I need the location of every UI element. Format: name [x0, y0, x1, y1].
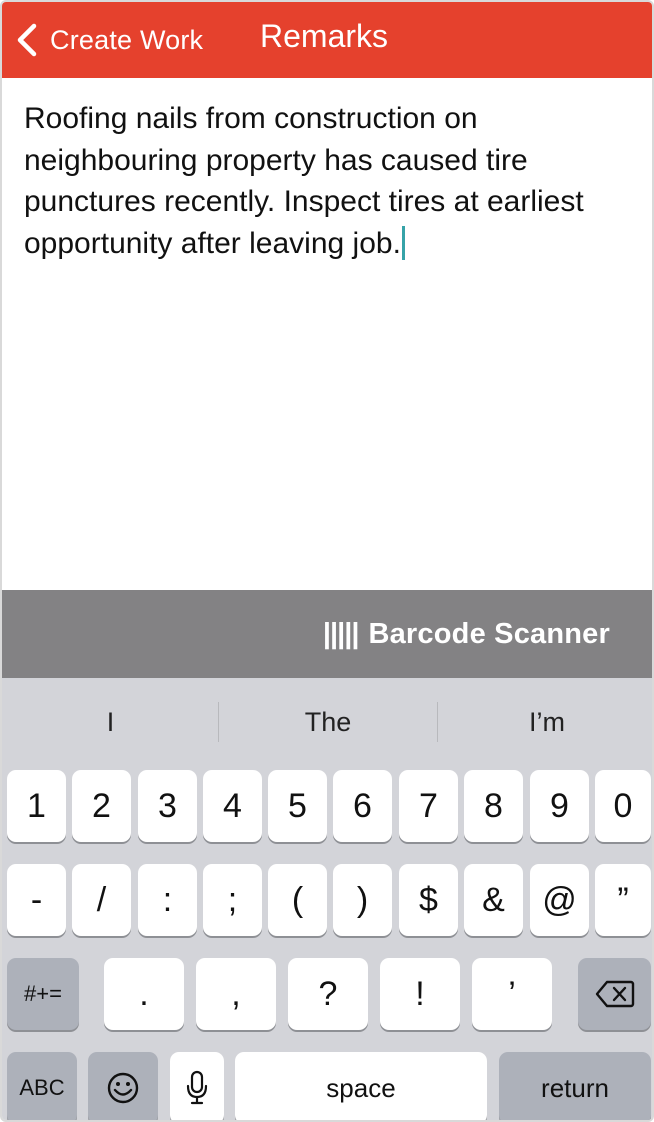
key-abc[interactable]: ABC: [7, 1052, 77, 1120]
chevron-left-icon: [12, 20, 42, 60]
key-period[interactable]: .: [104, 958, 184, 1030]
suggestion-2[interactable]: The: [219, 678, 437, 766]
backspace-icon: [595, 980, 635, 1008]
key-comma[interactable]: ,: [196, 958, 276, 1030]
text-caret: [401, 225, 405, 260]
keyboard: I The I’m 1 2 3 4 5 6 7 8 9 0 - / : ; ( …: [2, 678, 652, 1120]
key-dollar[interactable]: $: [399, 864, 458, 936]
key-4[interactable]: 4: [203, 770, 262, 842]
remarks-text: Roofing nails from construction on neigh…: [24, 102, 584, 260]
key-5[interactable]: 5: [268, 770, 327, 842]
key-ampersand[interactable]: &: [464, 864, 523, 936]
backspace-key[interactable]: [578, 958, 651, 1030]
remarks-text-container[interactable]: Roofing nails from construction on neigh…: [24, 98, 634, 264]
key-at[interactable]: @: [530, 864, 589, 936]
page-title: Remarks: [260, 18, 389, 54]
key-8[interactable]: 8: [464, 770, 523, 842]
key-apostrophe[interactable]: ’: [472, 958, 552, 1030]
suggestion-bar: I The I’m: [2, 678, 652, 766]
key-hyphen[interactable]: -: [7, 864, 66, 936]
key-2[interactable]: 2: [72, 770, 131, 842]
suggestion-3[interactable]: I’m: [438, 678, 652, 766]
key-question[interactable]: ?: [288, 958, 368, 1030]
accessory-bar: ||||| Barcode Scanner: [2, 590, 652, 678]
key-exclamation[interactable]: !: [380, 958, 460, 1030]
key-1[interactable]: 1: [7, 770, 66, 842]
key-0[interactable]: 0: [595, 770, 651, 842]
key-colon[interactable]: :: [138, 864, 197, 936]
key-9[interactable]: 9: [530, 770, 589, 842]
nav-header: Create Work Remarks: [2, 2, 652, 78]
suggestion-1[interactable]: I: [2, 678, 219, 766]
key-quote[interactable]: ”: [595, 864, 651, 936]
back-button[interactable]: Create Work: [12, 16, 203, 64]
key-slash[interactable]: /: [72, 864, 131, 936]
screen: Create Work Remarks Roofing nails from c…: [0, 0, 654, 1122]
barcode-scanner-button[interactable]: ||||| Barcode Scanner: [323, 614, 610, 654]
space-key[interactable]: space: [235, 1052, 487, 1120]
return-key[interactable]: return: [499, 1052, 651, 1120]
key-more-symbols[interactable]: #+=: [7, 958, 79, 1030]
dictation-key[interactable]: [170, 1052, 224, 1120]
key-semicolon[interactable]: ;: [203, 864, 262, 936]
barcode-scanner-label: Barcode Scanner: [368, 617, 610, 650]
emoji-key[interactable]: [88, 1052, 158, 1120]
emoji-icon: [106, 1071, 140, 1105]
barcode-icon: |||||: [322, 617, 360, 650]
remarks-editor[interactable]: Roofing nails from construction on neigh…: [2, 78, 652, 590]
key-6[interactable]: 6: [333, 770, 392, 842]
microphone-icon: [185, 1070, 209, 1106]
key-3[interactable]: 3: [138, 770, 197, 842]
key-open-paren[interactable]: (: [268, 864, 327, 936]
back-label: Create Work: [50, 24, 204, 55]
key-close-paren[interactable]: ): [333, 864, 392, 936]
key-7[interactable]: 7: [399, 770, 458, 842]
